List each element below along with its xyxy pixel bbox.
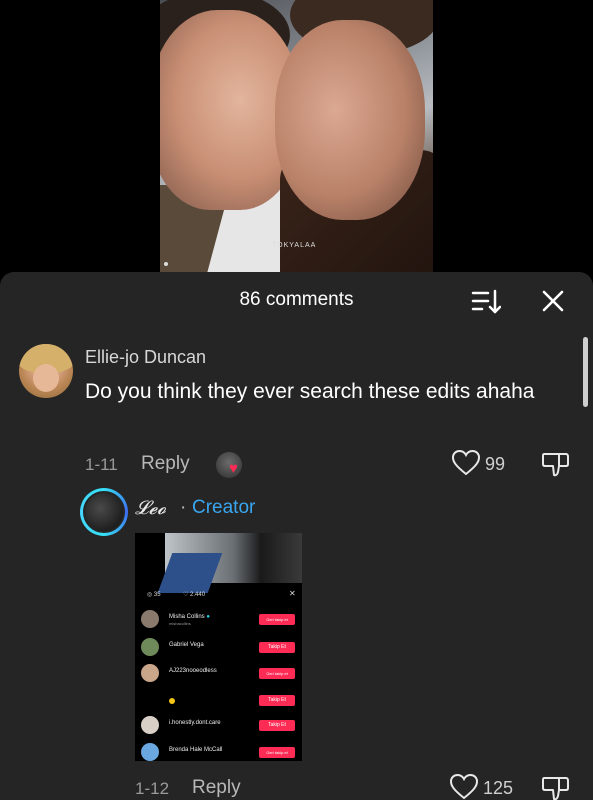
heart-icon[interactable] [450,774,478,800]
follow-button: Geri takip et [259,747,295,758]
verified-icon: ● [206,614,210,620]
avatar [141,743,159,761]
list-item-name: i.honestly.dont.care [169,720,221,726]
dislike-icon[interactable] [541,450,569,478]
reply-button[interactable]: Reply [141,453,190,475]
video-figure [275,20,425,220]
comment-date: 1-11 [85,455,118,474]
embedded-screenshot[interactable]: ◎ 35 ♡ 2.440 ✕ Misha Collins ● mishacoll… [135,533,302,761]
embedded-video-figure [157,553,223,593]
creator-badge: Creator [192,497,256,518]
scrollbar[interactable] [583,337,588,407]
list-item: i.honestly.dont.care Takip Et [141,716,301,736]
sort-icon[interactable] [471,289,501,315]
comments-count-title: 86 comments [239,289,354,310]
reply-date: 1-12 [135,779,170,798]
avatar [141,638,159,656]
avatar [141,664,159,682]
list-item: Misha Collins ● mishacollins Geri takip … [141,610,301,630]
heart-icon[interactable] [452,450,480,476]
follow-button: Takip Et [259,720,295,731]
avatar[interactable] [19,344,73,398]
close-icon-small: ✕ [289,589,296,598]
like-count: 125 [483,778,514,798]
heart-icon: ♥ [229,460,238,477]
list-item: AJ223nooeodless Geri takip et [141,664,301,684]
comment-username[interactable]: Ellie-jo Duncan [85,347,206,368]
embedded-video-thumb [157,533,302,593]
list-item: Brenda Hale McCall Geri takip et [141,743,301,761]
embedded-comment-count: ◎ 35 [147,592,161,598]
reply-button[interactable]: Reply [192,777,241,799]
creator-separator: · [180,497,187,518]
like-count: 99 [485,454,506,474]
follow-button: Takip Et [259,695,295,706]
avatar [141,610,159,628]
avatar [141,716,159,734]
comment-text: Do you think they ever search these edit… [85,380,535,403]
list-item-handle: mishacollins [169,621,191,626]
video-frame[interactable]: TOKYALAA [160,0,433,272]
video-watermark: TOKYALAA [272,242,317,249]
list-item-name: Misha Collins ● [169,614,210,620]
follow-button: Geri takip et [259,614,295,625]
list-item-name: Brenda Hale McCall [169,747,223,753]
close-icon[interactable] [541,289,565,313]
embedded-like-count: ♡ 2.440 [183,592,206,598]
list-item-name: AJ223nooeodless [169,668,217,674]
video-dot [164,262,168,266]
creator-avatar-image [83,491,125,533]
list-item: Gabriel Vega Takip Et [141,638,301,658]
creator-avatar[interactable] [80,488,128,536]
list-item-name: Gabriel Vega [169,642,204,648]
list-item: Takip Et [141,691,301,711]
follow-button: Geri takip et [259,668,295,679]
creator-username[interactable]: 𝓛𝓮𝓸 [135,497,166,519]
dislike-icon[interactable] [541,774,569,800]
follow-button: Takip Et [259,642,295,653]
